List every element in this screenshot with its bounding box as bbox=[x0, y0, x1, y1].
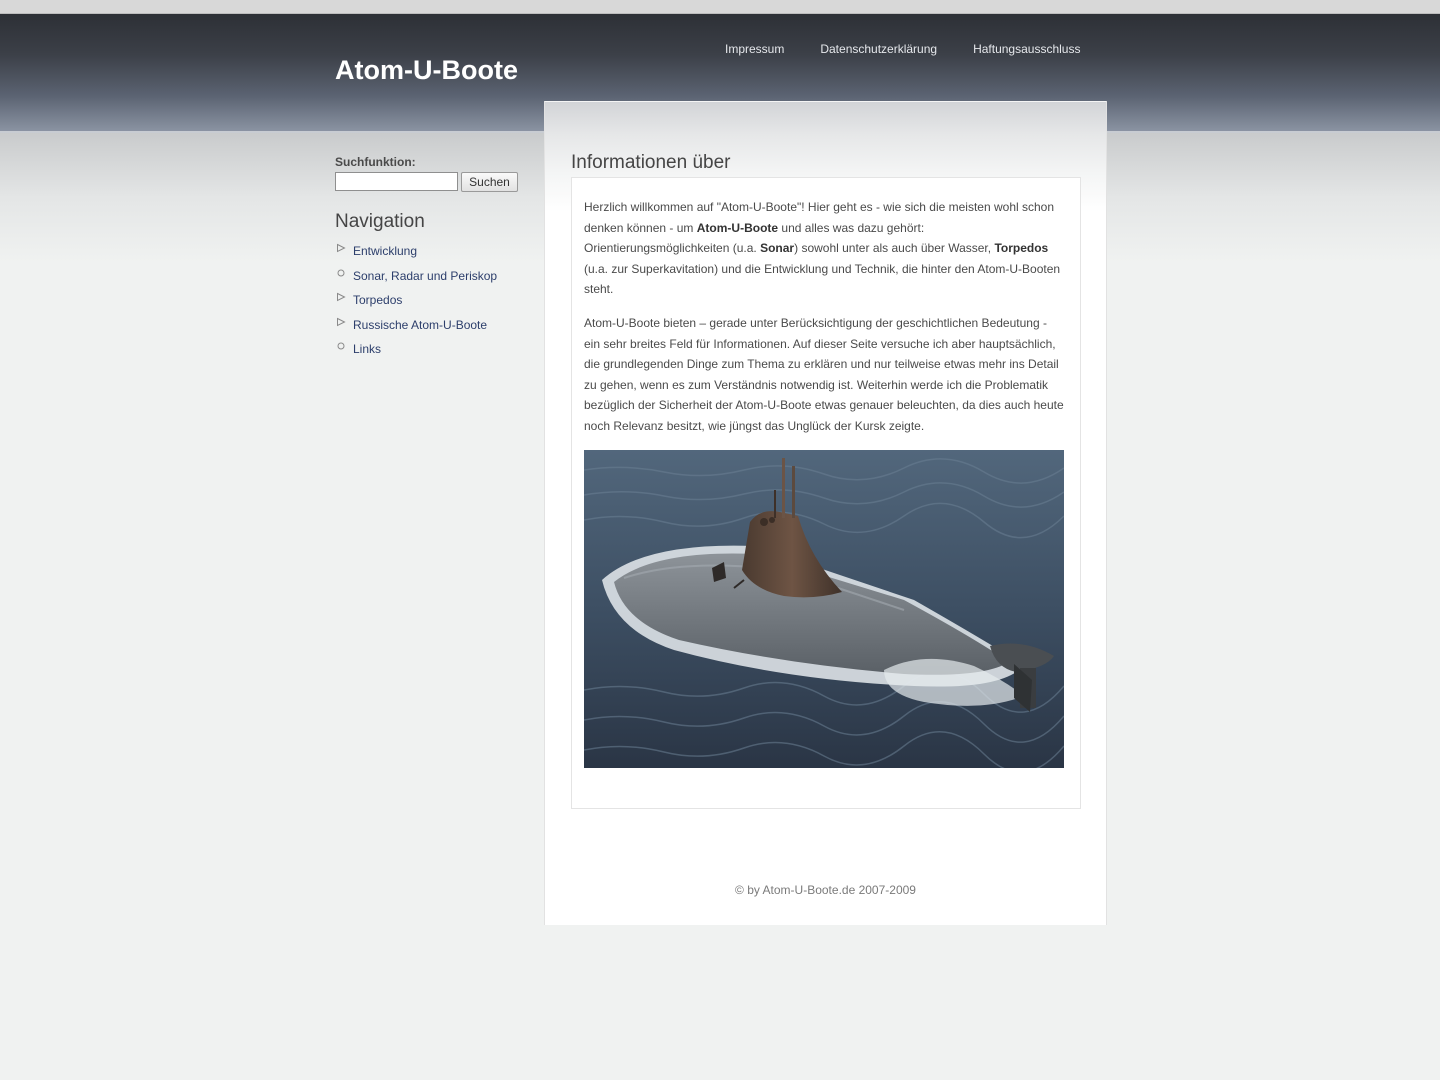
nav-item-sonar: Sonar, Radar und Periskop bbox=[335, 266, 535, 291]
intro-text-3: ) sowohl unter als auch über Wasser, bbox=[794, 241, 995, 255]
navigation-heading: Navigation bbox=[335, 211, 425, 232]
second-paragraph: Atom-U-Boote bieten – gerade unter Berüc… bbox=[584, 316, 1064, 433]
intro-paragraph: Herzlich willkommen auf "Atom-U-Boote"! … bbox=[584, 197, 1066, 300]
triangle-bullet-icon bbox=[337, 243, 346, 253]
topnav-haftungsausschluss[interactable]: Haftungsausschluss bbox=[955, 41, 1098, 57]
content-panel: Informationen über Herzlich willkommen a… bbox=[544, 101, 1107, 925]
nav-link-entwicklung[interactable]: Entwicklung bbox=[353, 244, 417, 258]
circle-bullet-icon bbox=[337, 269, 345, 276]
site-title[interactable]: Atom-U-Boote bbox=[335, 55, 518, 86]
nav-link-russische[interactable]: Russische Atom-U-Boote bbox=[353, 318, 487, 332]
search-input[interactable] bbox=[335, 172, 458, 191]
page-title: Informationen über bbox=[571, 152, 731, 173]
nav-link-torpedos[interactable]: Torpedos bbox=[353, 293, 402, 307]
nav-item-entwicklung: Entwicklung bbox=[335, 241, 535, 266]
intro-bold-sonar: Sonar bbox=[760, 241, 795, 255]
nav-item-russische: Russische Atom-U-Boote bbox=[335, 315, 535, 340]
triangle-bullet-icon bbox=[337, 317, 346, 326]
nav-link-links[interactable]: Links bbox=[353, 342, 381, 356]
search-label: Suchfunktion: bbox=[335, 155, 416, 169]
topnav-datenschutz[interactable]: Datenschutzerklärung bbox=[802, 41, 955, 57]
topnav-impressum[interactable]: Impressum bbox=[707, 41, 802, 57]
top-navigation: Impressum Datenschutzerklärung Haftungsa… bbox=[707, 41, 1098, 57]
article-box: Herzlich willkommen auf "Atom-U-Boote"! … bbox=[571, 177, 1081, 809]
intro-text-4: (u.a. zur Superkavitation) und die Entwi… bbox=[584, 261, 1061, 297]
search-button[interactable]: Suchen bbox=[461, 172, 518, 192]
nav-link-sonar[interactable]: Sonar, Radar und Periskop bbox=[353, 269, 497, 283]
top-strip bbox=[0, 0, 1440, 14]
nav-item-links: Links bbox=[335, 339, 535, 364]
intro-bold-atom-u-boote: Atom-U-Boote bbox=[696, 220, 779, 235]
footer-copyright: © by Atom-U-Boote.de 2007-2009 bbox=[735, 883, 916, 897]
intro-bold-torpedos: Torpedos bbox=[994, 241, 1049, 255]
nav-item-torpedos: Torpedos bbox=[335, 290, 535, 315]
navigation-list: Entwicklung Sonar, Radar und Periskop To… bbox=[335, 241, 535, 364]
circle-bullet-icon bbox=[337, 342, 345, 350]
submarine-photo bbox=[584, 450, 1064, 768]
triangle-bullet-icon bbox=[337, 292, 346, 302]
